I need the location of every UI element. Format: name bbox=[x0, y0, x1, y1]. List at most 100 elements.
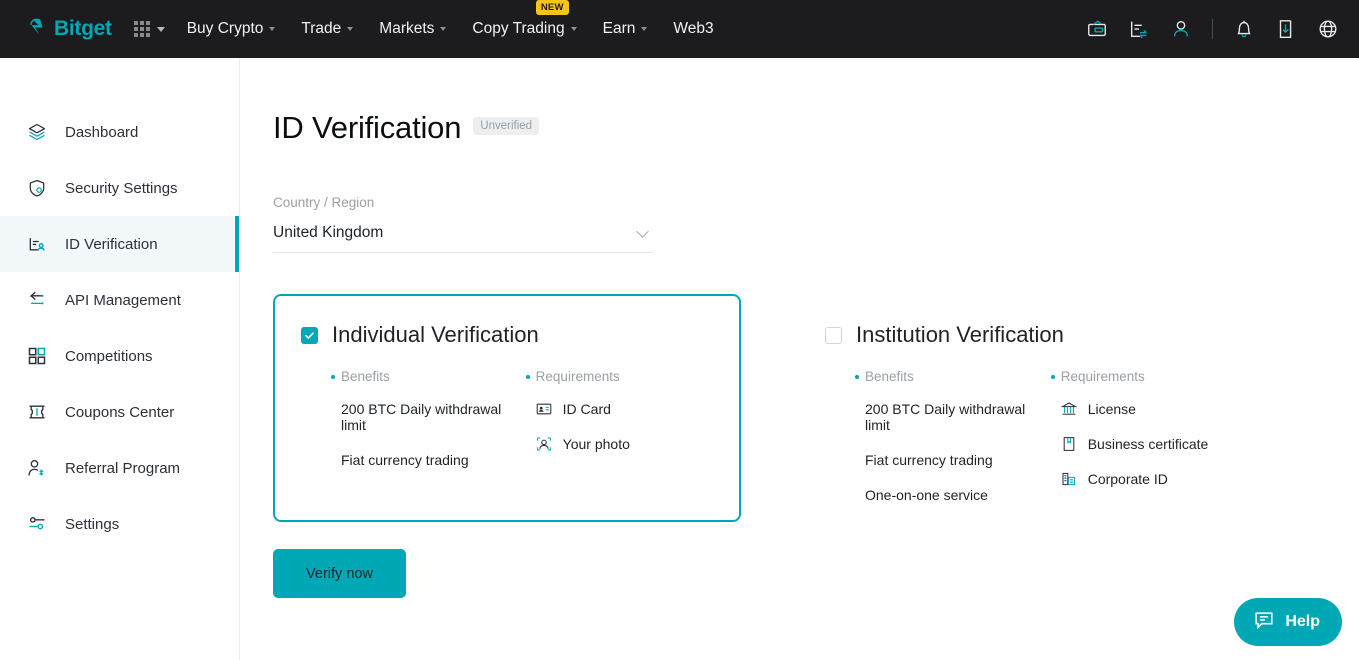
country-region-select[interactable]: United Kingdom bbox=[273, 224, 653, 253]
sidebar-item-label: ID Verification bbox=[65, 235, 158, 253]
benefit-item: 200 BTC Daily withdrawal limit bbox=[341, 401, 502, 433]
app-grid-menu[interactable] bbox=[133, 21, 165, 37]
page-header: ID Verification Unverified bbox=[273, 110, 1359, 146]
top-navigation-bar: Bitget Buy Crypto Trade Markets NEW Copy… bbox=[0, 0, 1359, 58]
sidebar: Dashboard Security Settings ID Verificat… bbox=[0, 58, 240, 660]
nav-item-label: Web3 bbox=[673, 20, 714, 37]
sidebar-item-label: Competitions bbox=[65, 347, 153, 365]
nav-item-trade[interactable]: Trade bbox=[301, 20, 354, 38]
nav-item-earn[interactable]: Earn bbox=[603, 20, 648, 38]
individual-verification-checkbox[interactable] bbox=[301, 326, 318, 344]
individual-card-columns: Benefits 200 BTC Daily withdrawal limit … bbox=[301, 369, 709, 487]
main-content: ID Verification Unverified Country / Reg… bbox=[240, 58, 1359, 660]
benefits-heading-label: Benefits bbox=[341, 369, 390, 384]
requirement-label: Your photo bbox=[562, 436, 630, 452]
requirements-heading-label: Requirements bbox=[1060, 369, 1145, 384]
benefits-heading-label: Benefits bbox=[865, 369, 914, 384]
sidebar-item-settings[interactable]: Settings bbox=[0, 496, 239, 552]
benefit-item: Fiat currency trading bbox=[341, 452, 469, 468]
country-region-value: United Kingdom bbox=[273, 224, 384, 241]
layers-icon bbox=[26, 121, 48, 143]
sidebar-item-label: Dashboard bbox=[65, 123, 139, 141]
sidebar-item-label: Settings bbox=[65, 515, 120, 533]
chevron-down-icon bbox=[269, 27, 276, 31]
requirement-label: License bbox=[1087, 401, 1136, 417]
top-nav-actions bbox=[1086, 18, 1339, 40]
bitget-logo-text: Bitget bbox=[54, 17, 112, 40]
bullet-dot-icon bbox=[331, 374, 335, 379]
person-share-icon bbox=[26, 457, 48, 479]
shield-icon bbox=[26, 177, 48, 199]
wallet-icon[interactable] bbox=[1086, 18, 1108, 40]
bitget-logo-icon bbox=[26, 16, 48, 43]
face-scan-icon bbox=[536, 436, 552, 452]
institution-requirements-column: Requirements License Business certificat… bbox=[1050, 369, 1235, 522]
institution-benefits-column: Benefits 200 BTC Daily withdrawal limit … bbox=[855, 369, 1051, 522]
new-badge: NEW bbox=[535, 0, 569, 15]
id-card-person-icon bbox=[26, 233, 48, 255]
nav-divider bbox=[1212, 19, 1213, 39]
institution-verification-card[interactable]: Institution Verification Benefits 200 BT… bbox=[797, 294, 1265, 522]
sidebar-item-label: API Management bbox=[65, 291, 181, 309]
building-icon bbox=[1061, 471, 1077, 487]
sliders-icon bbox=[26, 513, 48, 535]
requirement-item: License bbox=[1051, 401, 1235, 417]
help-label: Help bbox=[1285, 613, 1320, 630]
download-app-icon[interactable] bbox=[1275, 18, 1297, 40]
page-title: ID Verification bbox=[273, 110, 462, 145]
benefits-heading: Benefits bbox=[855, 369, 1051, 384]
nav-item-web3[interactable]: Web3 bbox=[673, 20, 713, 38]
individual-verification-card[interactable]: Individual Verification Benefits 200 BTC… bbox=[273, 294, 741, 522]
bitget-logo[interactable]: Bitget bbox=[26, 16, 112, 43]
sidebar-item-security-settings[interactable]: Security Settings bbox=[0, 160, 239, 216]
certificate-icon bbox=[1061, 436, 1077, 452]
individual-card-header: Individual Verification bbox=[301, 322, 709, 348]
chat-bubble-icon bbox=[1253, 609, 1275, 636]
verify-now-button[interactable]: Verify now bbox=[273, 549, 406, 598]
orders-icon[interactable] bbox=[1128, 18, 1150, 40]
requirements-heading-label: Requirements bbox=[535, 369, 620, 384]
institution-verification-checkbox[interactable] bbox=[825, 326, 842, 344]
requirements-heading: Requirements bbox=[1050, 369, 1235, 384]
institution-card-header: Institution Verification bbox=[825, 322, 1235, 348]
help-button[interactable]: Help bbox=[1234, 598, 1342, 646]
benefit-item: Fiat currency trading bbox=[865, 452, 993, 468]
nav-item-label: Buy Crypto bbox=[186, 20, 264, 37]
requirement-label: ID Card bbox=[562, 401, 611, 417]
individual-requirements-column: Requirements ID Card Your photo bbox=[525, 369, 709, 487]
chevron-down-icon bbox=[641, 27, 648, 31]
bank-icon bbox=[1060, 401, 1077, 417]
account-icon[interactable] bbox=[1170, 18, 1192, 40]
benefits-heading: Benefits bbox=[331, 369, 526, 384]
sidebar-item-dashboard[interactable]: Dashboard bbox=[0, 104, 239, 160]
nav-item-label: Trade bbox=[301, 20, 342, 37]
api-arrows-icon bbox=[26, 289, 48, 311]
nav-item-markets[interactable]: Markets bbox=[379, 20, 447, 38]
requirement-item: Your photo bbox=[526, 436, 709, 452]
sidebar-item-coupons-center[interactable]: Coupons Center bbox=[0, 384, 239, 440]
benefit-item: 200 BTC Daily withdrawal limit bbox=[865, 401, 1026, 433]
sidebar-item-api-management[interactable]: API Management bbox=[0, 272, 239, 328]
sidebar-item-competitions[interactable]: Competitions bbox=[0, 328, 239, 384]
nav-item-label: Copy Trading bbox=[472, 20, 565, 37]
individual-benefits-column: Benefits 200 BTC Daily withdrawal limit … bbox=[331, 369, 526, 487]
bell-icon[interactable] bbox=[1233, 18, 1255, 40]
sidebar-item-label: Coupons Center bbox=[65, 403, 175, 421]
bullet-dot-icon bbox=[525, 374, 530, 379]
requirement-item: Business certificate bbox=[1051, 436, 1235, 452]
language-globe-icon[interactable] bbox=[1317, 18, 1339, 40]
bullet-dot-icon bbox=[855, 374, 859, 379]
requirement-label: Corporate ID bbox=[1087, 471, 1168, 487]
institution-card-title: Institution Verification bbox=[856, 322, 1064, 347]
nav-item-buy-crypto[interactable]: Buy Crypto bbox=[187, 20, 276, 38]
requirement-label: Business certificate bbox=[1087, 436, 1209, 452]
nav-item-copy-trading[interactable]: NEW Copy Trading bbox=[472, 0, 577, 38]
sidebar-item-label: Referral Program bbox=[65, 459, 181, 477]
sidebar-item-referral-program[interactable]: Referral Program bbox=[0, 440, 239, 496]
chevron-down-icon bbox=[156, 26, 165, 32]
individual-card-title: Individual Verification bbox=[332, 322, 539, 347]
sidebar-item-id-verification[interactable]: ID Verification bbox=[0, 216, 239, 272]
chevron-down-icon bbox=[347, 27, 354, 31]
chevron-down-icon bbox=[440, 27, 447, 31]
status-badge: Unverified bbox=[473, 117, 540, 135]
